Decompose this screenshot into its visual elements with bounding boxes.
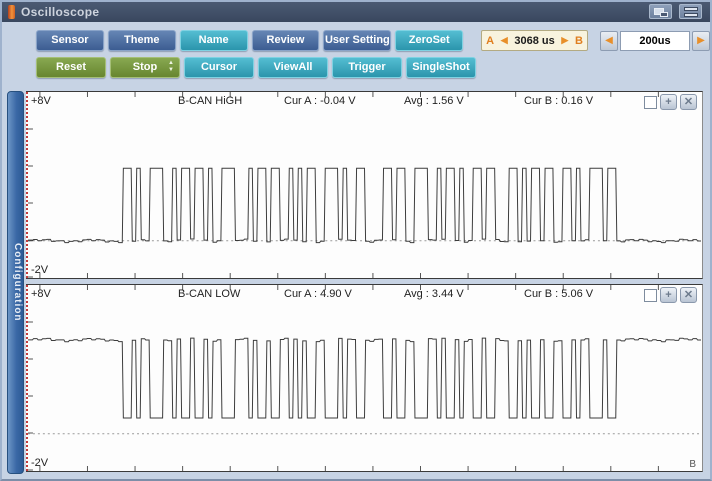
channel-2-panel: +8V B-CAN LOW Cur A : 4.90 V Avg : 3.44 …: [26, 284, 703, 472]
cursor-a-line[interactable]: [26, 92, 28, 278]
app-icon: [8, 5, 15, 19]
cursor-delta-readout: A ◀ 3068 us ▶ B: [481, 30, 588, 51]
channel-2-close-icon[interactable]: ✕: [680, 287, 697, 303]
stop-spinner-icon[interactable]: ▲ ▼: [168, 60, 174, 74]
channel-2-select-checkbox[interactable]: [644, 288, 657, 302]
stop-button-label: Stop: [132, 61, 158, 73]
cascade-windows-icon[interactable]: [649, 4, 672, 19]
toolbar: Sensor Theme Name Review User Setting Ze…: [2, 22, 710, 90]
channel-1-vmax-label: +8V: [31, 95, 51, 107]
main-area: Configuration +8V B-CAN HiGH Cur A : -0.…: [2, 90, 710, 474]
cursor-a-label: A: [486, 34, 495, 47]
timebase-control: ◀ 200us ▶: [600, 30, 710, 51]
toolbar-row-1: Sensor Theme Name Review User Setting Ze…: [36, 30, 710, 51]
channel-1-avg-value: Avg : 1.56 V: [404, 95, 464, 107]
cursor-a-line[interactable]: [26, 285, 28, 471]
user-setting-button[interactable]: User Setting: [323, 30, 392, 51]
tile-windows-icon[interactable]: [679, 4, 702, 19]
channel-2-add-icon[interactable]: +: [660, 287, 677, 303]
reset-button[interactable]: Reset: [36, 57, 106, 78]
channel-1-cursor-b-value: Cur B : 0.16 V: [524, 95, 594, 107]
channel-1-select-checkbox[interactable]: [644, 95, 657, 109]
channel-1-name: B-CAN HiGH: [178, 95, 243, 107]
toolbar-row-2: Reset Stop ▲ ▼ Cursor ViewAll Trigger Sin…: [36, 57, 710, 78]
trigger-button[interactable]: Trigger: [332, 57, 402, 78]
channel-2-plot: [28, 285, 701, 471]
cursor-b-label: B: [575, 34, 583, 47]
timebase-decrease-button[interactable]: ◀: [600, 30, 618, 51]
stop-button[interactable]: Stop ▲ ▼: [110, 57, 180, 78]
channel-2-cursor-a-value: Cur A : 4.90 V: [284, 288, 352, 300]
review-button[interactable]: Review: [251, 30, 320, 51]
channel-panels: +8V B-CAN HiGH Cur A : -0.04 V Avg : 1.5…: [26, 91, 703, 474]
channel-2-vmin-label: -2V: [31, 457, 49, 469]
zeroset-button[interactable]: ZeroSet: [395, 30, 464, 51]
cursor-a-arrow-icon[interactable]: ◀: [501, 35, 508, 46]
channel-1-vmin-label: -2V: [31, 264, 49, 276]
channel-1-close-icon[interactable]: ✕: [680, 94, 697, 110]
sensor-button[interactable]: Sensor: [36, 30, 104, 51]
cursor-b-marker[interactable]: B: [689, 459, 696, 470]
viewall-button[interactable]: ViewAll: [258, 57, 328, 78]
channel-1-plot: [28, 92, 701, 278]
channel-2-vmax-label: +8V: [31, 288, 51, 300]
cursor-b-arrow-icon[interactable]: ▶: [561, 35, 568, 46]
channel-2-name: B-CAN LOW: [178, 288, 241, 300]
name-button[interactable]: Name: [179, 30, 248, 51]
channel-2-cursor-b-value: Cur B : 5.06 V: [524, 288, 594, 300]
channel-1-add-icon[interactable]: +: [660, 94, 677, 110]
oscilloscope-window: Oscilloscope Sensor Theme Name Review Us…: [0, 0, 712, 481]
window-title: Oscilloscope: [21, 5, 100, 19]
cursor-button[interactable]: Cursor: [184, 57, 254, 78]
titlebar: Oscilloscope: [2, 2, 710, 22]
channel-2-avg-value: Avg : 3.44 V: [404, 288, 464, 300]
cursor-delta-value: 3068 us: [514, 34, 555, 47]
timebase-increase-button[interactable]: ▶: [692, 30, 710, 51]
sidebar-tab-configuration[interactable]: Configuration: [7, 91, 24, 474]
channel-1-cursor-a-value: Cur A : -0.04 V: [284, 95, 356, 107]
theme-button[interactable]: Theme: [107, 30, 176, 51]
singleshot-button[interactable]: SingleShot: [406, 57, 476, 78]
timebase-value[interactable]: 200us: [620, 30, 690, 51]
channel-1-panel: +8V B-CAN HiGH Cur A : -0.04 V Avg : 1.5…: [26, 91, 703, 279]
